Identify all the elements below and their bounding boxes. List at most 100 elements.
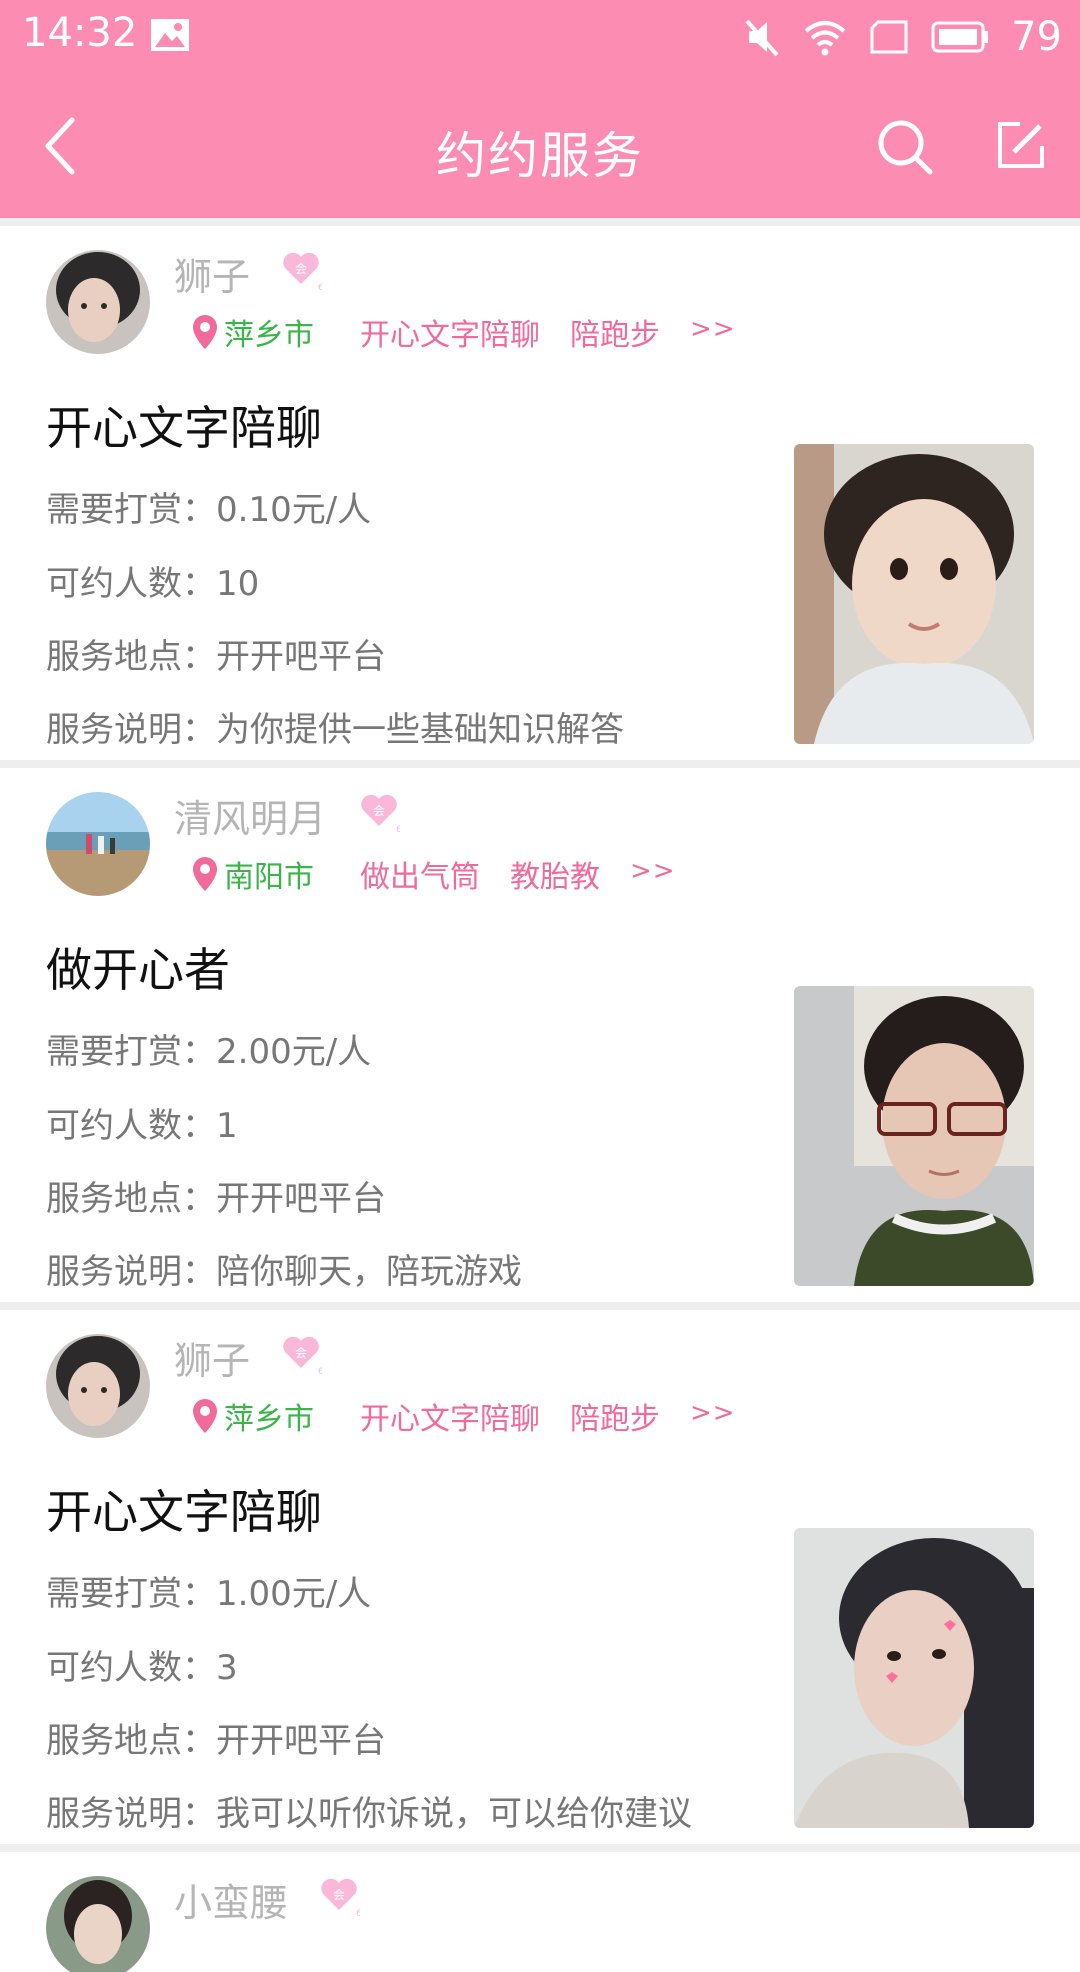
place-label: 服务地点： — [46, 1179, 216, 1219]
service-list: 狮子 会 6 萍乡市 开心文字陪聊 陪跑步 >> 开心文字陪聊 需要打赏：0.1… — [0, 218, 1080, 1972]
place-label: 服务地点： — [46, 637, 216, 677]
location: 萍乡市 — [190, 310, 314, 354]
vip-heart-icon: 会 6 — [283, 1336, 322, 1376]
tag[interactable]: 陪跑步 — [570, 1394, 660, 1438]
service-card[interactable]: 狮子 会 6 萍乡市 开心文字陪聊 陪跑步 >> 开心文字陪聊 需要打赏：1.0… — [0, 1310, 1080, 1844]
nickname: 清风明月 — [174, 797, 327, 841]
more-tags-link[interactable]: >> — [690, 314, 736, 344]
svg-text:会: 会 — [295, 1346, 307, 1360]
reward-row: 需要打赏：0.10元/人 — [46, 482, 371, 531]
avatar[interactable] — [46, 250, 150, 354]
divider — [0, 1302, 1080, 1310]
desc-row: 服务说明：我可以听你诉说，可以给你建议 — [46, 1786, 692, 1835]
more-tags-link[interactable]: >> — [690, 1398, 736, 1428]
count-label: 可约人数： — [46, 1648, 216, 1688]
avatar[interactable] — [46, 792, 150, 896]
location-pin-icon — [193, 857, 217, 891]
status-time: 14:32 — [22, 10, 138, 56]
desc-value: 我可以听你诉说，可以给你建议 — [216, 1794, 692, 1834]
desc-value: 为你提供一些基础知识解答 — [216, 710, 624, 750]
desc-label: 服务说明： — [46, 1794, 216, 1834]
sim-icon — [870, 20, 908, 54]
count-label: 可约人数： — [46, 1106, 216, 1146]
image-icon — [151, 19, 189, 51]
tag[interactable]: 教胎教 — [510, 852, 600, 896]
place-row: 服务地点：开开吧平台 — [46, 629, 386, 678]
reward-value: 0.10元/人 — [216, 490, 372, 530]
location-pin-icon — [193, 1399, 217, 1433]
vip-heart-icon: 会 6 — [361, 794, 400, 834]
reward-value: 1.00元/人 — [216, 1574, 372, 1614]
service-title: 开心文字陪聊 — [46, 401, 322, 455]
place-row: 服务地点：开开吧平台 — [46, 1713, 386, 1762]
divider — [0, 760, 1080, 768]
count-row: 可约人数：10 — [46, 556, 259, 605]
reward-row: 需要打赏：1.00元/人 — [46, 1566, 371, 1615]
more-tags-link[interactable]: >> — [630, 856, 676, 886]
service-title: 做开心者 — [46, 943, 230, 997]
tag[interactable]: 陪跑步 — [570, 310, 660, 354]
city: 萍乡市 — [224, 1402, 314, 1437]
count-value: 10 — [216, 564, 260, 604]
service-card[interactable]: 清风明月 会 6 南阳市 做出气筒 教胎教 >> 做开心者 需要打赏：2.00元… — [0, 768, 1080, 1302]
count-value: 3 — [216, 1648, 238, 1688]
place-label: 服务地点： — [46, 1721, 216, 1761]
location-pin-icon — [193, 315, 217, 349]
edit-icon[interactable] — [994, 118, 1048, 172]
service-photo[interactable] — [794, 444, 1034, 744]
divider — [0, 1844, 1080, 1852]
svg-text:6: 6 — [318, 1367, 322, 1376]
count-value: 1 — [216, 1106, 238, 1146]
app-header: 14:32 79 约约服务 — [0, 0, 1080, 218]
desc-label: 服务说明： — [46, 710, 216, 750]
nickname: 小蛮腰 — [174, 1881, 289, 1925]
avatar[interactable] — [46, 1334, 150, 1438]
nickname: 狮子 — [174, 255, 251, 299]
svg-text:6: 6 — [356, 1909, 360, 1918]
desc-row: 服务说明：陪你聊天，陪玩游戏 — [46, 1244, 522, 1293]
place-value: 开开吧平台 — [216, 1179, 386, 1219]
nickname: 狮子 — [174, 1339, 251, 1383]
svg-text:会: 会 — [295, 262, 307, 276]
desc-row: 服务说明：为你提供一些基础知识解答 — [46, 702, 624, 751]
reward-value: 2.00元/人 — [216, 1032, 372, 1072]
mute-icon — [745, 19, 779, 57]
search-icon[interactable] — [876, 118, 934, 176]
reward-label: 需要打赏： — [46, 1032, 216, 1072]
location: 萍乡市 — [190, 1394, 314, 1438]
svg-text:6: 6 — [318, 283, 322, 292]
desc-value: 陪你聊天，陪玩游戏 — [216, 1252, 522, 1292]
reward-label: 需要打赏： — [46, 1574, 216, 1614]
tag[interactable]: 开心文字陪聊 — [360, 1394, 540, 1438]
count-row: 可约人数：3 — [46, 1640, 238, 1689]
battery-icon — [931, 21, 989, 53]
count-row: 可约人数：1 — [46, 1098, 238, 1147]
svg-text:6: 6 — [396, 825, 400, 834]
service-card[interactable]: 小蛮腰 会 6 — [0, 1852, 1080, 1972]
tag[interactable]: 开心文字陪聊 — [360, 310, 540, 354]
city: 萍乡市 — [224, 318, 314, 353]
svg-text:会: 会 — [373, 804, 385, 818]
vip-heart-icon: 会 6 — [321, 1878, 360, 1918]
service-photo[interactable] — [794, 986, 1034, 1286]
status-bar: 14:32 79 — [0, 0, 1080, 76]
desc-label: 服务说明： — [46, 1252, 216, 1292]
count-label: 可约人数： — [46, 564, 216, 604]
divider — [0, 218, 1080, 226]
vip-heart-icon: 会 6 — [283, 252, 322, 292]
location: 南阳市 — [190, 852, 314, 896]
service-photo[interactable] — [794, 1528, 1034, 1828]
reward-label: 需要打赏： — [46, 490, 216, 530]
place-row: 服务地点：开开吧平台 — [46, 1171, 386, 1220]
tag[interactable]: 做出气筒 — [360, 852, 480, 896]
avatar[interactable] — [46, 1876, 150, 1972]
reward-row: 需要打赏：2.00元/人 — [46, 1024, 371, 1073]
nav-bar: 约约服务 — [0, 86, 1080, 206]
place-value: 开开吧平台 — [216, 1721, 386, 1761]
service-card[interactable]: 狮子 会 6 萍乡市 开心文字陪聊 陪跑步 >> 开心文字陪聊 需要打赏：0.1… — [0, 226, 1080, 760]
wifi-icon — [804, 21, 846, 56]
service-title: 开心文字陪聊 — [46, 1485, 322, 1539]
svg-text:会: 会 — [333, 1888, 345, 1902]
battery-level: 79 — [1011, 14, 1062, 60]
place-value: 开开吧平台 — [216, 637, 386, 677]
